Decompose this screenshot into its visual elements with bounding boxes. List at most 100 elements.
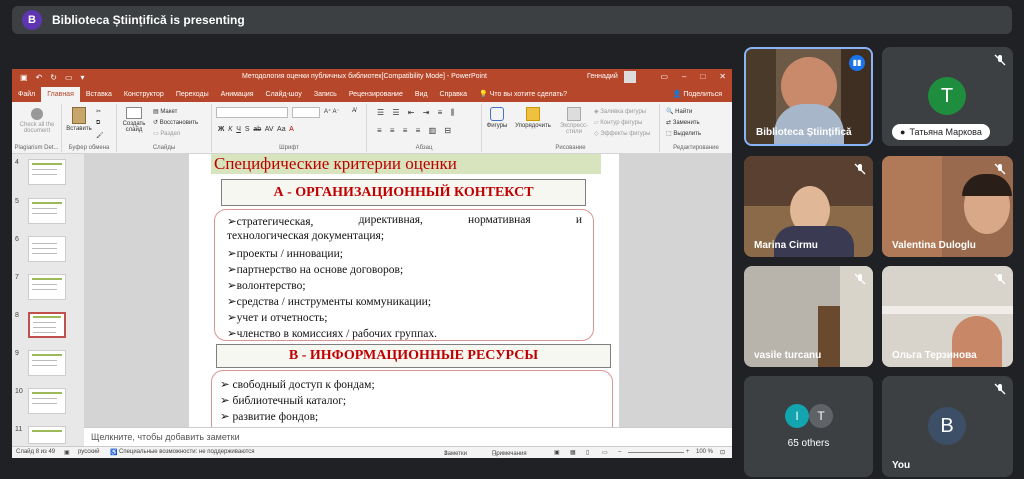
- sorter-view-icon[interactable]: ▦: [570, 449, 576, 456]
- slide-thumb-6[interactable]: [28, 236, 66, 262]
- slide-thumbnails[interactable]: 4 5 6 7 8 9 10 11: [12, 154, 84, 446]
- participant-tile[interactable]: Valentina Duloglu: [882, 156, 1013, 257]
- self-tile[interactable]: B You: [882, 376, 1013, 477]
- slide-thumb-5[interactable]: [28, 198, 66, 224]
- accessibility-icon[interactable]: ♿: [110, 449, 117, 456]
- layout-button[interactable]: ▤ Макет: [153, 108, 177, 115]
- slideshow-view-icon[interactable]: ▭: [602, 449, 608, 456]
- list-buttons[interactable]: ☰ ☰ ⇤ ⇥ ≡ ⫼: [377, 108, 457, 118]
- font-style-buttons[interactable]: Ж К Ч S ab AV Aa A: [218, 126, 294, 133]
- participant-tile[interactable]: Т ● Татьяна Маркова: [882, 47, 1013, 146]
- maximize-icon[interactable]: □: [700, 72, 705, 81]
- bold-button[interactable]: Ж: [218, 126, 224, 133]
- save-icon[interactable]: ▣: [20, 73, 28, 82]
- find-button[interactable]: 🔍 Найти: [666, 108, 692, 115]
- accessibility-status[interactable]: Специальные возможности: не поддерживают…: [119, 449, 255, 455]
- new-slide-button[interactable]: Создать слайд: [119, 107, 149, 133]
- slide-thumb-11[interactable]: [28, 426, 66, 444]
- current-slide[interactable]: Специфические критерии оценки А - ОРГАНИ…: [189, 154, 619, 427]
- italic-button[interactable]: К: [228, 126, 232, 133]
- font-name-box[interactable]: [216, 107, 288, 118]
- shapes-button[interactable]: Фигуры: [484, 107, 510, 129]
- user-name[interactable]: Геннадий: [587, 73, 618, 80]
- ribbon-options-icon[interactable]: ▭: [660, 72, 668, 81]
- participant-tile[interactable]: vasile turcanu: [744, 266, 873, 367]
- section-button[interactable]: ▭ Раздел: [153, 130, 180, 137]
- strikethrough-button[interactable]: ab: [253, 126, 261, 133]
- tab-help[interactable]: Справка: [434, 91, 473, 102]
- spacing-button[interactable]: AV: [265, 126, 274, 133]
- grow-font-icon[interactable]: A⁺ A⁻: [324, 108, 340, 115]
- slide-thumb-8[interactable]: [28, 312, 66, 338]
- case-button[interactable]: Aa: [277, 126, 286, 133]
- section-a-header[interactable]: А - ОРГАНИЗАЦИОННЫЙ КОНТЕКСТ: [221, 179, 586, 206]
- minimize-icon[interactable]: –: [682, 72, 686, 81]
- others-tile[interactable]: I T 65 others: [744, 376, 873, 477]
- tab-view[interactable]: Вид: [409, 91, 434, 102]
- notes-pane[interactable]: Щелкните, чтобы добавить заметки: [84, 427, 732, 446]
- shadow-button[interactable]: S: [245, 126, 250, 133]
- font-color-button[interactable]: A: [289, 126, 294, 133]
- slide-editor[interactable]: Специфические критерии оценки А - ОРГАНИ…: [84, 154, 732, 427]
- editing-group: 🔍 Найти ⇄ Заменить ⬚ Выделить Редактиров…: [660, 104, 732, 152]
- zoom-level[interactable]: 100 %: [696, 449, 713, 455]
- tab-review[interactable]: Рецензирование: [343, 91, 409, 102]
- select-button[interactable]: ⬚ Выделить: [666, 130, 701, 137]
- zoom-in-icon[interactable]: +: [686, 449, 690, 455]
- copy-icon[interactable]: ⧉: [96, 120, 100, 127]
- slideshow-icon[interactable]: ▭: [65, 73, 73, 82]
- zoom-out-icon[interactable]: –: [618, 449, 621, 455]
- tab-insert[interactable]: Вставка: [80, 91, 118, 102]
- tab-record[interactable]: Запись: [308, 91, 343, 102]
- slide-thumb-10[interactable]: [28, 388, 66, 414]
- clear-format-icon[interactable]: A̸: [352, 108, 356, 114]
- replace-button[interactable]: ⇄ Заменить: [666, 119, 700, 126]
- font-size-box[interactable]: [292, 107, 320, 118]
- cut-icon[interactable]: ✂: [96, 108, 101, 115]
- quick-styles-button[interactable]: Экспресс-стили: [556, 107, 592, 135]
- tab-animations[interactable]: Анимация: [215, 91, 260, 102]
- zoom-slider[interactable]: [628, 452, 684, 453]
- section-a-box[interactable]: ➢стратегическая, директивная, нормативна…: [214, 209, 594, 341]
- language-indicator[interactable]: русский: [78, 449, 100, 455]
- arrange-button[interactable]: Упорядочить: [512, 107, 554, 129]
- user-avatar[interactable]: [624, 71, 636, 83]
- redo-icon[interactable]: ↻: [50, 73, 57, 82]
- shared-screen[interactable]: ▣ ↶ ↻ ▭ ▾ Методология оценки публичных б…: [12, 69, 732, 458]
- section-b-header[interactable]: В - ИНФОРМАЦИОННЫЕ РЕСУРСЫ: [216, 344, 611, 368]
- customize-icon[interactable]: ▾: [81, 73, 85, 82]
- fit-slide-icon[interactable]: ⊡: [720, 449, 725, 456]
- shape-effects-button[interactable]: ◇ Эффекты фигуры: [594, 130, 650, 137]
- paste-button[interactable]: Вставить: [64, 107, 94, 132]
- reset-button[interactable]: ↺ Восстановить: [153, 119, 198, 126]
- participant-tile[interactable]: ▮▮ Biblioteca Științifică: [744, 47, 873, 146]
- tab-home[interactable]: Главная: [41, 87, 80, 102]
- ribbon: Check all the document Plagiarism Det...…: [12, 102, 732, 154]
- close-icon[interactable]: ✕: [719, 72, 726, 81]
- tab-file[interactable]: Файл: [12, 91, 41, 102]
- check-document-button[interactable]: Check all the document: [16, 108, 58, 134]
- normal-view-icon[interactable]: ▣: [554, 449, 560, 456]
- slide-title[interactable]: Специфические критерии оценки: [211, 154, 601, 174]
- spellcheck-icon[interactable]: ▣: [64, 449, 70, 456]
- share-button[interactable]: 👤 Поделиться: [673, 90, 722, 98]
- participant-tile[interactable]: Ольга Терзинова: [882, 266, 1013, 367]
- slide-thumb-9[interactable]: [28, 350, 66, 376]
- tab-transitions[interactable]: Переходы: [170, 91, 215, 102]
- participant-tile[interactable]: Marina Cirmu: [744, 156, 873, 257]
- shape-fill-button[interactable]: ◈ Заливка фигуры: [594, 108, 646, 115]
- section-label: Раздел: [160, 131, 181, 137]
- editing-label: Редактирование: [673, 145, 719, 151]
- shape-outline-button[interactable]: ▱ Контур фигуры: [594, 119, 642, 126]
- reading-view-icon[interactable]: ▯: [586, 449, 589, 456]
- section-b-box[interactable]: ➢ свободный доступ к фондам; ➢ библиотеч…: [211, 370, 613, 427]
- underline-button[interactable]: Ч: [236, 126, 241, 133]
- align-buttons[interactable]: ≡ ≡ ≡ ≡ ▥ ⊟: [377, 126, 454, 135]
- tab-slideshow[interactable]: Слайд-шоу: [260, 91, 308, 102]
- slide-thumb-7[interactable]: [28, 274, 66, 300]
- format-painter-icon[interactable]: 🖌: [96, 132, 104, 139]
- tab-design[interactable]: Конструктор: [118, 91, 170, 102]
- tell-me-box[interactable]: 💡 Что вы хотите сделать?: [473, 90, 573, 102]
- slide-thumb-4[interactable]: [28, 159, 66, 185]
- undo-icon[interactable]: ↶: [36, 73, 43, 82]
